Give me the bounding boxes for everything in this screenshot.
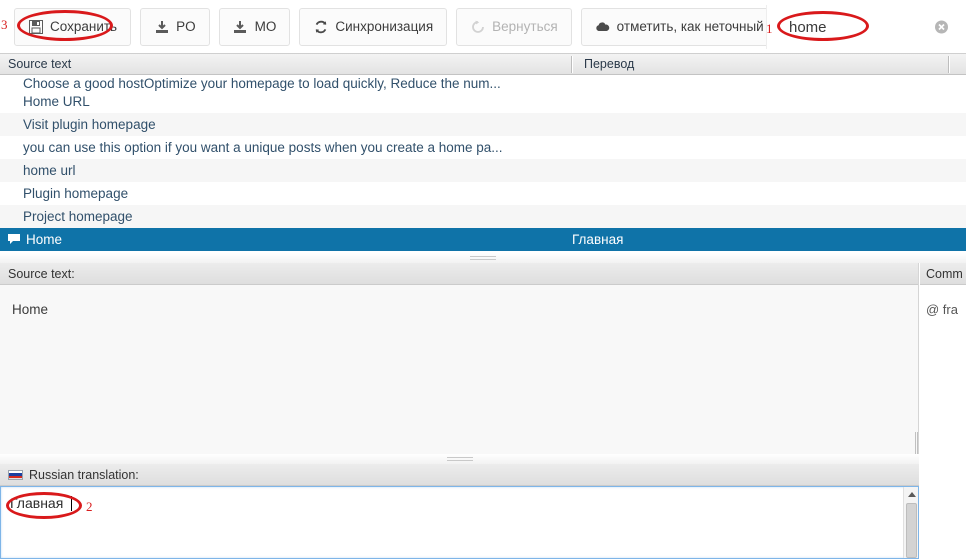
- synchronize-label: Синхронизация: [335, 19, 434, 34]
- row-source-text: Choose a good hostOptimize your homepage…: [23, 76, 501, 91]
- table-row[interactable]: Plugin homepage: [0, 182, 966, 205]
- table-row[interactable]: you can use this option if you want a un…: [0, 136, 966, 159]
- comments-panel-header: Comm: [920, 263, 966, 285]
- table-row[interactable]: home url: [0, 159, 966, 182]
- scrollbar-thumb[interactable]: [906, 503, 917, 558]
- annotation-number-2: 2: [86, 499, 93, 514]
- export-po-label: PO: [176, 19, 196, 34]
- column-divider[interactable]: [571, 56, 573, 73]
- table-header: Source text Перевод: [0, 53, 966, 75]
- splitter-grip-icon: [446, 457, 473, 462]
- table-row[interactable]: Home URL: [0, 90, 966, 113]
- russian-flag-icon: [8, 469, 23, 480]
- vertical-splitter-grip-icon[interactable]: [915, 432, 918, 454]
- synchronize-button[interactable]: Синхронизация: [299, 7, 448, 46]
- source-panel-text: Home: [12, 302, 49, 317]
- horizontal-splitter-top[interactable]: [0, 253, 966, 263]
- export-po-button[interactable]: PO: [140, 7, 210, 46]
- strings-list[interactable]: Choose a good hostOptimize your homepage…: [0, 75, 966, 253]
- horizontal-splitter-bottom[interactable]: [0, 454, 919, 464]
- table-row[interactable]: Visit plugin homepage: [0, 113, 966, 136]
- search-box: [766, 5, 966, 49]
- translation-panel-title: Russian translation:: [29, 467, 139, 482]
- column-header-source[interactable]: Source text: [8, 57, 71, 71]
- row-source-text: Visit plugin homepage: [23, 117, 156, 132]
- cloud-icon: [595, 19, 610, 34]
- save-button-label: Сохранить: [50, 19, 118, 34]
- export-mo-label: MO: [254, 19, 277, 34]
- sync-icon: [313, 19, 328, 34]
- table-row[interactable]: Project homepage: [0, 205, 966, 228]
- row-source-text: you can use this option if you want a un…: [23, 140, 503, 155]
- translation-value: Главная: [10, 495, 64, 511]
- comments-panel-title: Comm: [926, 266, 963, 281]
- row-source-text: Project homepage: [23, 209, 133, 224]
- translation-panel: Russian translation: Главная: [0, 464, 919, 559]
- annotation-number-1: 1: [766, 21, 773, 36]
- save-icon: [28, 19, 43, 34]
- translation-scrollbar[interactable]: [903, 487, 918, 558]
- translation-panel-header: Russian translation:: [0, 464, 919, 486]
- column-header-translation[interactable]: Перевод: [584, 57, 634, 71]
- comments-panel: Comm @ fra: [920, 263, 966, 559]
- clear-search-icon[interactable]: [934, 20, 949, 35]
- search-input[interactable]: [787, 17, 927, 37]
- source-text-panel: Source text: Home: [0, 263, 919, 458]
- scroll-up-arrow-icon[interactable]: [904, 487, 919, 502]
- text-caret: [71, 496, 72, 511]
- annotation-number-3: 3: [1, 17, 8, 32]
- comments-panel-text: @ fra: [926, 302, 958, 317]
- source-panel-header: Source text:: [0, 263, 918, 285]
- table-row-selected[interactable]: Home Главная: [0, 228, 966, 251]
- revert-button: Вернуться: [456, 7, 572, 46]
- save-button[interactable]: Сохранить: [14, 7, 132, 46]
- source-panel-title: Source text:: [8, 266, 75, 281]
- table-row[interactable]: Choose a good hostOptimize your homepage…: [0, 75, 966, 91]
- translation-editor-window: Сохранить PO MO Синхронизация Вернуться …: [0, 0, 966, 559]
- row-source-text: Home: [26, 232, 63, 247]
- row-source-text: home url: [23, 163, 76, 178]
- row-source-text: Home URL: [23, 94, 90, 109]
- row-source-text: Plugin homepage: [23, 186, 129, 201]
- row-translation-text: Главная: [572, 232, 624, 247]
- download-icon: [154, 19, 169, 34]
- export-mo-button[interactable]: MO: [218, 7, 291, 46]
- revert-icon: [470, 19, 485, 34]
- revert-label: Вернуться: [492, 19, 558, 34]
- translation-textarea[interactable]: Главная: [0, 486, 919, 559]
- column-divider[interactable]: [948, 56, 950, 73]
- splitter-grip-icon: [470, 256, 496, 261]
- comment-bubble-icon: [7, 233, 21, 248]
- download-icon: [233, 19, 248, 34]
